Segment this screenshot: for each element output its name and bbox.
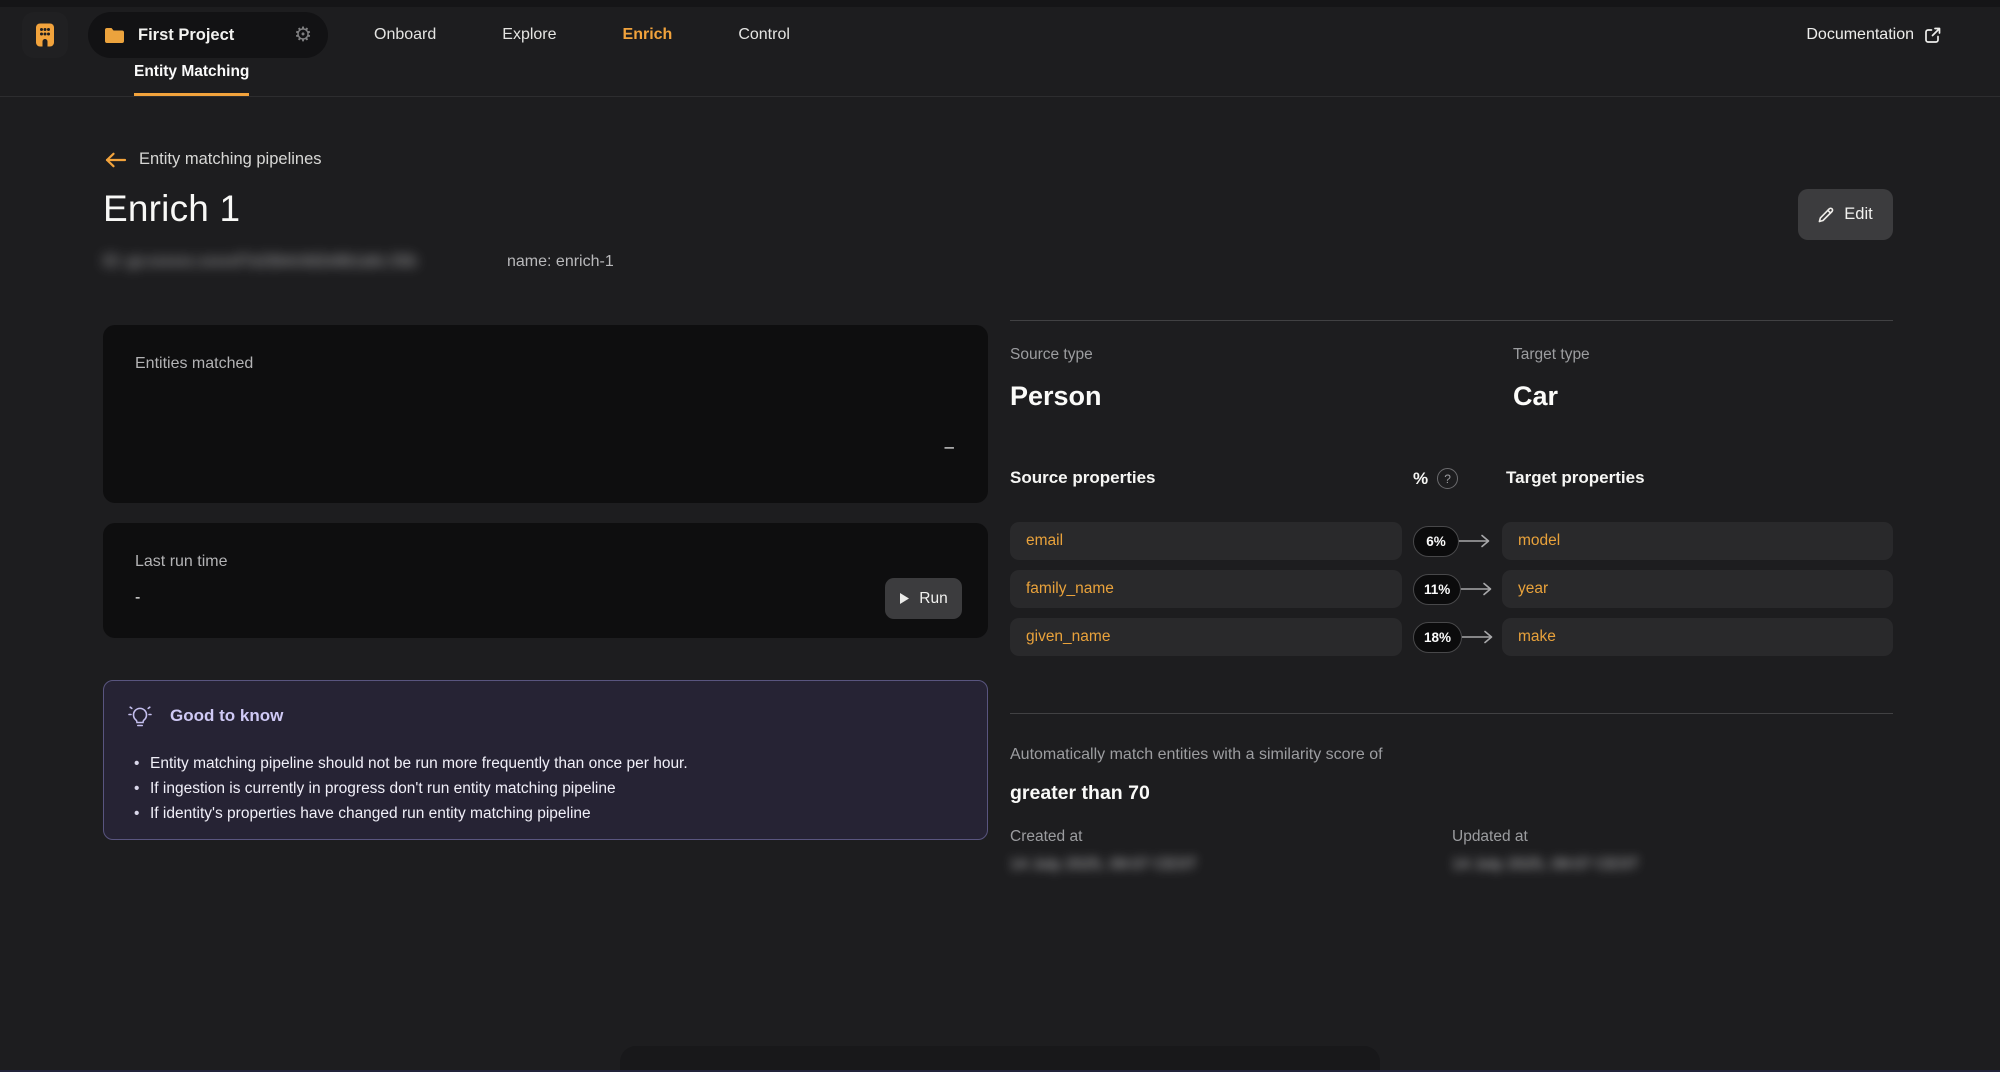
run-button[interactable]: Run <box>885 578 962 619</box>
source-type-value: Person <box>1010 381 1102 412</box>
target-type-label: Target type <box>1513 346 1590 364</box>
arrow-right-icon <box>1457 582 1497 596</box>
source-properties-header: Source properties <box>1010 468 1156 488</box>
building-logo-icon <box>32 22 58 48</box>
gear-icon[interactable]: ⚙ <box>294 25 312 45</box>
entities-matched-label: Entities matched <box>135 355 253 373</box>
percent-sign: % <box>1413 469 1428 489</box>
good-to-know-header: Good to know <box>128 703 283 729</box>
play-icon <box>899 592 910 605</box>
arrow-right-icon <box>1458 630 1498 644</box>
back-arrow-icon <box>105 152 127 168</box>
folder-icon <box>104 27 125 44</box>
lightbulb-icon <box>128 703 152 729</box>
similarity-section: Automatically match entities with a simi… <box>1010 713 1893 805</box>
target-property: year <box>1502 570 1893 608</box>
tab-entity-matching[interactable]: Entity Matching <box>134 63 249 96</box>
pipeline-meta: ID: gs:xxxxxx.xxxxxf7a33b4c9d2e8b1a6c.55… <box>103 253 614 271</box>
pipeline-id-redacted: ID: gs:xxxxxx.xxxxxf7a33b4c9d2e8b1a6c.55… <box>103 253 455 271</box>
updated-at-value-redacted: 14 July 2025, 09:07 CEST <box>1452 856 1639 874</box>
entities-matched-card: Entities matched – <box>103 325 988 503</box>
pencil-icon <box>1818 207 1834 223</box>
similarity-threshold: greater than 70 <box>1010 782 1893 805</box>
good-to-know-item: Entity matching pipeline should not be r… <box>134 751 688 776</box>
bottom-sheet-hint <box>620 1046 1380 1072</box>
good-to-know-list: Entity matching pipeline should not be r… <box>134 751 688 826</box>
created-at-label: Created at <box>1010 828 1082 846</box>
arrow-right-icon <box>1455 534 1495 548</box>
mapping-connector: 18% <box>1402 622 1502 653</box>
left-column: Entities matched – Last run time - Run G… <box>103 325 988 840</box>
page-title: Enrich 1 <box>103 188 240 230</box>
target-property: model <box>1502 522 1893 560</box>
edit-button-label: Edit <box>1844 205 1872 224</box>
created-at-value-redacted: 14 July 2025, 09:07 CEST <box>1010 856 1197 874</box>
good-to-know-item: If identity's properties have changed ru… <box>134 801 688 826</box>
top-edge-strip <box>0 0 2000 7</box>
target-type-value: Car <box>1513 381 1558 412</box>
nav-item-control[interactable]: Control <box>738 26 790 44</box>
source-type-label: Source type <box>1010 346 1093 364</box>
last-run-card: Last run time - Run <box>103 523 988 638</box>
external-link-icon <box>1924 26 1942 44</box>
back-link-label: Entity matching pipelines <box>139 150 322 169</box>
good-to-know-box: Good to know Entity matching pipeline sh… <box>103 680 988 840</box>
mapping-connector: 6% <box>1402 526 1502 557</box>
good-to-know-item: If ingestion is currently in progress do… <box>134 776 688 801</box>
tab-bar: Entity Matching <box>0 63 2000 97</box>
documentation-link[interactable]: Documentation <box>1806 26 1942 44</box>
target-properties-header: Target properties <box>1506 468 1645 488</box>
nav-item-onboard[interactable]: Onboard <box>374 26 436 44</box>
good-to-know-title: Good to know <box>170 706 283 726</box>
mapping-panel: Source type Person Target type Car Sourc… <box>1010 320 1893 451</box>
source-property: email <box>1010 522 1402 560</box>
divider-bottom <box>1010 713 1893 714</box>
source-property: family_name <box>1010 570 1402 608</box>
type-section: Source type Person Target type Car <box>1010 321 1893 451</box>
mapping-row: given_name 18% make <box>1010 618 1893 656</box>
run-button-label: Run <box>919 590 947 608</box>
help-icon[interactable]: ? <box>1437 468 1458 489</box>
target-property: make <box>1502 618 1893 656</box>
last-run-label: Last run time <box>135 553 227 571</box>
back-link[interactable]: Entity matching pipelines <box>105 150 322 169</box>
entities-matched-value: – <box>945 437 954 457</box>
source-property: given_name <box>1010 618 1402 656</box>
mapping-rows: email 6% model family_name 11% <box>1010 522 1893 656</box>
last-run-value: - <box>135 589 140 607</box>
nav-item-explore[interactable]: Explore <box>502 26 556 44</box>
percent-badge: 11% <box>1413 574 1461 605</box>
project-name: First Project <box>138 26 294 45</box>
nav-item-enrich[interactable]: Enrich <box>623 26 673 44</box>
percent-badge: 6% <box>1413 526 1459 557</box>
app-logo-button[interactable] <box>22 12 68 58</box>
mapping-row: family_name 11% year <box>1010 570 1893 608</box>
project-selector[interactable]: First Project ⚙ <box>88 12 328 58</box>
mapping-row: email 6% model <box>1010 522 1893 560</box>
edit-button[interactable]: Edit <box>1798 189 1893 240</box>
updated-at-label: Updated at <box>1452 828 1528 846</box>
main-nav: Onboard Explore Enrich Control <box>374 26 790 44</box>
documentation-label: Documentation <box>1806 26 1914 44</box>
topbar: First Project ⚙ Onboard Explore Enrich C… <box>0 7 2000 63</box>
pipeline-name: name: enrich-1 <box>507 253 614 271</box>
percent-badge: 18% <box>1413 622 1462 653</box>
mapping-connector: 11% <box>1402 574 1502 605</box>
similarity-description: Automatically match entities with a simi… <box>1010 746 1893 764</box>
percent-header: % ? <box>1413 468 1458 489</box>
